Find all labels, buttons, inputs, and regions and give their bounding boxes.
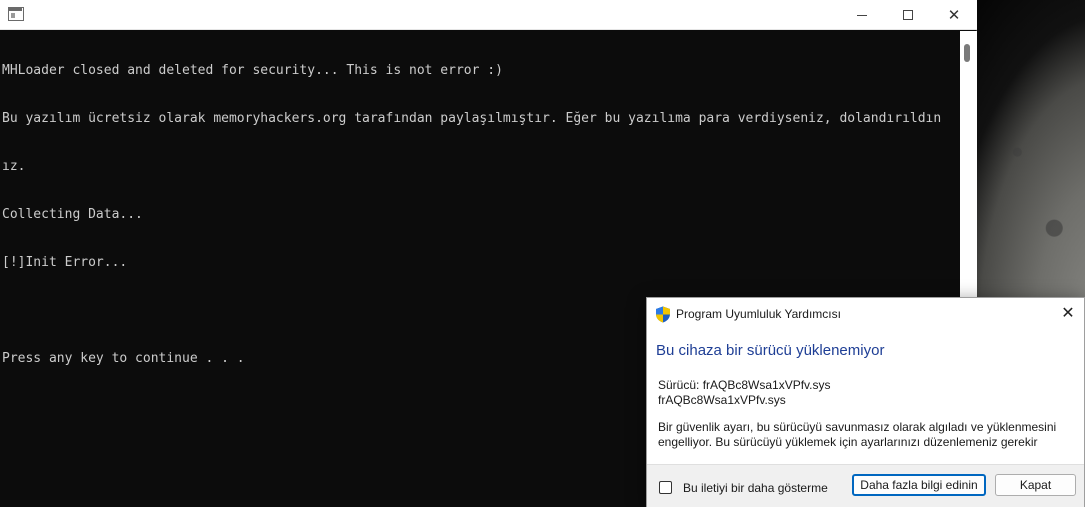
dialog-footer: Bu iletiyi bir daha gösterme Daha fazla …: [647, 464, 1084, 507]
maximize-icon: [903, 10, 913, 20]
dialog-title: Program Uyumluluk Yardımcısı: [676, 307, 841, 321]
dont-show-again-label[interactable]: Bu iletiyi bir daha gösterme: [683, 481, 828, 495]
minimize-icon: [857, 14, 867, 16]
driver-file-line: frAQBc8Wsa1xVPfv.sys: [658, 393, 786, 407]
dialog-heading: Bu cihaza bir sürücü yüklenemiyor: [656, 342, 885, 359]
console-line: Bu yazılım ücretsiz olarak memoryhackers…: [2, 111, 942, 126]
shield-icon: [656, 306, 670, 323]
close-icon: ✕: [1061, 305, 1075, 322]
dialog-close-button[interactable]: ✕: [1057, 304, 1079, 324]
dont-show-again-checkbox[interactable]: [659, 481, 672, 494]
console-line: ız.: [2, 159, 26, 174]
console-scrollbar-thumb[interactable]: [964, 44, 970, 62]
close-icon: ✕: [947, 6, 961, 24]
dialog-titlebar[interactable]: Program Uyumluluk Yardımcısı ✕: [647, 298, 1084, 330]
console-line: Collecting Data...: [2, 207, 143, 222]
console-line: [!]Init Error...: [2, 255, 128, 270]
close-button[interactable]: ✕: [931, 0, 977, 30]
dialog-message-line: Bir güvenlik ayarı, bu sürücüyü savunmas…: [658, 420, 1057, 434]
maximize-button[interactable]: [885, 0, 931, 30]
minimize-button[interactable]: [839, 0, 885, 30]
dialog-message-line: engelliyor. Bu sürücüyü yüklemek için ay…: [658, 435, 1038, 449]
console-line: MHLoader closed and deleted for security…: [2, 63, 503, 78]
compatibility-assistant-dialog[interactable]: Program Uyumluluk Yardımcısı ✕ Bu cihaza…: [646, 297, 1085, 507]
more-info-button[interactable]: Daha fazla bilgi edinin: [852, 474, 986, 496]
driver-name-line: Sürücü: frAQBc8Wsa1xVPfv.sys: [658, 378, 831, 392]
console-titlebar[interactable]: ✕: [0, 0, 977, 30]
console-app-icon[interactable]: [8, 7, 24, 21]
close-dialog-button[interactable]: Kapat: [995, 474, 1076, 496]
